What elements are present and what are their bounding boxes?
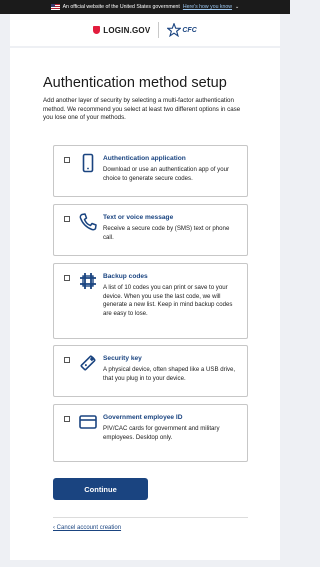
phone-handset-icon	[78, 212, 98, 232]
id-card-icon	[78, 412, 98, 432]
backup-codes-icon	[78, 271, 98, 291]
option-description: Download or use an authentication app of…	[103, 166, 230, 182]
shield-icon	[93, 26, 101, 34]
logo-divider	[158, 22, 160, 38]
option-description: PIV/CAC cards for government and militar…	[103, 425, 220, 441]
chevron-down-icon[interactable]: ⌄	[235, 4, 239, 10]
cancel-account-creation-link[interactable]: ‹ Cancel account creation	[53, 525, 121, 531]
star-icon	[167, 23, 182, 37]
continue-button[interactable]: Continue	[53, 478, 148, 500]
footer-divider	[53, 517, 248, 518]
security-key-icon	[78, 353, 98, 373]
option-title: Security key	[103, 355, 142, 362]
option-checkbox[interactable]	[64, 216, 70, 222]
login-gov-logo: LOGIN.GOV	[93, 26, 150, 35]
cfc-logo: CFC	[167, 23, 197, 37]
gov-banner: An official website of the United States…	[0, 0, 290, 14]
option-checkbox[interactable]	[64, 357, 70, 363]
option-backup-codes[interactable]: Backup codes A list of 10 codes you can …	[53, 263, 248, 339]
option-title: Government employee ID	[103, 414, 183, 421]
option-checkbox[interactable]	[64, 157, 70, 163]
option-title: Authentication application	[103, 155, 186, 162]
option-authentication-app[interactable]: Authentication application Download or u…	[53, 145, 248, 197]
option-government-id[interactable]: Government employee ID PIV/CAC cards for…	[53, 404, 248, 462]
option-description: Receive a secure code by (SMS) text or p…	[103, 225, 230, 241]
heres-how-you-know-link[interactable]: Here's how you know	[183, 4, 232, 10]
us-flag-icon	[50, 4, 60, 10]
option-security-key[interactable]: Security key A physical device, often sh…	[53, 345, 248, 397]
phone-app-icon	[78, 153, 98, 173]
option-checkbox[interactable]	[64, 275, 70, 281]
option-description: A list of 10 codes you can print or save…	[103, 284, 233, 317]
option-title: Text or voice message	[103, 214, 174, 221]
cfc-logo-text: CFC	[182, 26, 197, 34]
login-gov-logo-text: LOGIN.GOV	[103, 25, 151, 35]
option-checkbox[interactable]	[64, 416, 70, 422]
logo-bar: LOGIN.GOV CFC	[10, 14, 280, 46]
intro-text: Add another layer of security by selecti…	[43, 97, 241, 122]
option-text-voice[interactable]: Text or voice message Receive a secure c…	[53, 204, 248, 256]
option-title: Backup codes	[103, 273, 148, 280]
gov-banner-text: An official website of the United States…	[62, 4, 180, 10]
option-description: A physical device, often shaped like a U…	[103, 366, 236, 382]
page-title: Authentication method setup	[43, 75, 227, 91]
